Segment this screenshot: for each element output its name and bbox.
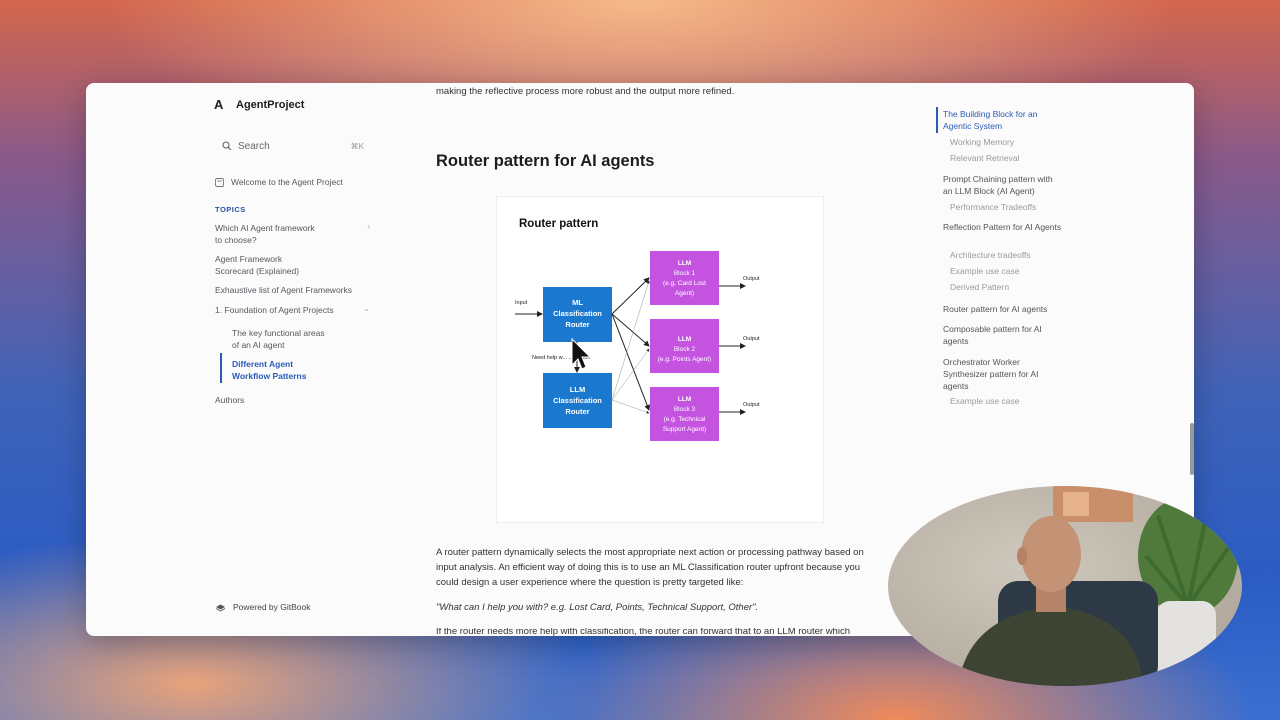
sidebar-item-welcome[interactable]: Welcome to the Agent Project xyxy=(215,176,361,188)
sidebar: A AgentProject Search ⌘K Welcome to the … xyxy=(204,83,370,636)
chevron-right-icon[interactable]: › xyxy=(367,222,370,231)
diagram-title: Router pattern xyxy=(519,218,598,230)
scrollbar-thumb[interactable] xyxy=(1190,423,1194,475)
block-2-line-2: Block 2 xyxy=(674,346,696,353)
block-1-line-4: Agent) xyxy=(675,290,694,297)
section-heading: Router pattern for AI agents xyxy=(436,152,655,170)
toc-item-relevant-retrieval[interactable]: Relevant Retrieval xyxy=(950,152,1070,164)
router-diagram: Router pattern Input ML Classification R… xyxy=(496,196,824,523)
powered-by-label: Powered by GitBook xyxy=(233,602,311,612)
llm-router-line-3: Router xyxy=(565,407,589,416)
block-1-line-1: LLM xyxy=(678,260,691,267)
logo-icon: A xyxy=(214,97,224,112)
toc-item-composable-pattern[interactable]: Composable pattern for AI agents xyxy=(943,323,1063,347)
block-3-line-2: Block 3 xyxy=(674,406,696,413)
block-3-line-1: LLM xyxy=(678,396,691,403)
sidebar-item-label: 1. Foundation of Agent Projects xyxy=(215,305,334,315)
ml-router-line-1: ML xyxy=(572,298,583,307)
llm-to-block-2-arrow xyxy=(611,348,650,401)
sidebar-item-foundation[interactable]: 1. Foundation of Agent Projects xyxy=(215,304,361,316)
llm-to-block-1-arrow xyxy=(611,280,650,401)
block-2-line-3: (e.g. Points Agent) xyxy=(658,356,711,363)
toc-item-example-use-case[interactable]: Example use case xyxy=(950,265,1070,277)
powered-by-gitbook[interactable]: Powered by GitBook xyxy=(215,602,310,612)
brand-name: AgentProject xyxy=(236,98,305,111)
paragraph-router-fallback: If the router needs more help with class… xyxy=(436,628,881,636)
toc-item-derived-pattern[interactable]: Derived Pattern xyxy=(950,281,1070,293)
wall-art-inner xyxy=(1063,492,1089,516)
chevron-down-icon[interactable]: ⌄ xyxy=(363,304,370,313)
intro-text: making the reflective process more robus… xyxy=(436,86,735,97)
plant-vase xyxy=(1156,601,1216,686)
block-1-line-2: Block 1 xyxy=(674,270,696,277)
person-ear xyxy=(1017,547,1027,565)
page-icon xyxy=(215,177,224,187)
toc-item-building-block[interactable]: The Building Block for an Agentic System xyxy=(943,108,1063,132)
sidebar-item-label: Agent Framework Scorecard (Explained) xyxy=(215,254,300,276)
toc-item-performance-tradeoffs[interactable]: Performance Tradeoffs xyxy=(950,201,1070,213)
brand[interactable]: A AgentProject xyxy=(214,97,304,112)
paragraph-router-intro: A router pattern dynamically selects the… xyxy=(436,547,864,588)
mouse-cursor-icon xyxy=(571,337,592,370)
search-icon xyxy=(222,141,232,151)
sidebar-item-framework-list[interactable]: Exhaustive list of Agent Frameworks xyxy=(215,284,365,296)
llm-to-block-3-arrow xyxy=(611,399,650,414)
sidebar-item-label: Authors xyxy=(215,395,245,405)
sidebar-item-label: The key functional areas of an AI agent xyxy=(232,328,325,350)
toc-item-example-use-case-2[interactable]: Example use case xyxy=(950,395,1070,407)
toc-item-orchestrator-pattern[interactable]: Orchestrator Worker Synthesizer pattern … xyxy=(943,356,1063,392)
toc-item-prompt-chaining[interactable]: Prompt Chaining pattern with an LLM Bloc… xyxy=(943,173,1063,197)
sidebar-item-label: Which AI Agent framework to choose? xyxy=(215,223,315,245)
toc-item-architecture-tradeoffs[interactable]: Architecture tradeoffs xyxy=(950,249,1070,261)
gitbook-icon xyxy=(215,604,226,612)
toc-item-reflection-pattern[interactable]: Reflection Pattern for AI Agents xyxy=(943,221,1063,233)
router-diagram-svg: Router pattern Input ML Classification R… xyxy=(515,218,760,441)
toc-item-working-memory[interactable]: Working Memory xyxy=(950,136,1070,148)
ml-to-block-3-arrow xyxy=(611,313,651,411)
sidebar-item-label: Welcome to the Agent Project xyxy=(231,177,343,187)
sidebar-item-scorecard[interactable]: Agent Framework Scorecard (Explained) xyxy=(215,253,315,277)
topics-heading: TOPICS xyxy=(215,205,246,214)
ml-router-line-2: Classification xyxy=(553,309,602,318)
block-3-line-3: (e.g. Technical xyxy=(664,416,706,423)
quote-example: "What can I help you with? e.g. Lost Car… xyxy=(436,602,759,613)
llm-router-line-2: Classification xyxy=(553,396,602,405)
sidebar-item-which-framework[interactable]: Which AI Agent framework to choose? xyxy=(215,222,315,246)
toc-active-indicator xyxy=(936,107,938,133)
sidebar-item-label: Exhaustive list of Agent Frameworks xyxy=(215,285,353,295)
webcam-scene xyxy=(958,486,1238,686)
search-box[interactable]: Search ⌘K xyxy=(206,134,364,158)
block-3-output-label: Output xyxy=(743,402,760,408)
sidebar-item-label: Different Agent Workflow Patterns xyxy=(232,359,307,381)
active-indicator xyxy=(220,353,222,383)
block-1-line-3: (e.g. Card Lost xyxy=(663,280,706,287)
sidebar-subitem-functional-areas[interactable]: The key functional areas of an AI agent xyxy=(232,327,332,351)
sidebar-item-authors[interactable]: Authors xyxy=(215,394,361,406)
sidebar-subitem-workflow-patterns[interactable]: Different Agent Workflow Patterns xyxy=(232,358,332,382)
toc-item-router-pattern[interactable]: Router pattern for AI agents xyxy=(943,303,1063,315)
search-placeholder: Search xyxy=(238,140,270,152)
ml-router-line-3: Router xyxy=(565,320,589,329)
paragraph-router-fallback-text: If the router needs more help with class… xyxy=(436,628,850,636)
block-1-output-label: Output xyxy=(743,276,760,282)
llm-router-line-1: LLM xyxy=(570,385,585,394)
ml-to-block-1-arrow xyxy=(611,277,650,315)
webcam-overlay xyxy=(888,486,1242,686)
person-head xyxy=(1021,516,1081,592)
block-2-line-1: LLM xyxy=(678,336,691,343)
search-shortcut: ⌘K xyxy=(350,141,364,151)
input-label: Input xyxy=(515,300,528,306)
block-3-line-4: Support Agent) xyxy=(663,426,706,433)
block-2-output-label: Output xyxy=(743,336,760,342)
